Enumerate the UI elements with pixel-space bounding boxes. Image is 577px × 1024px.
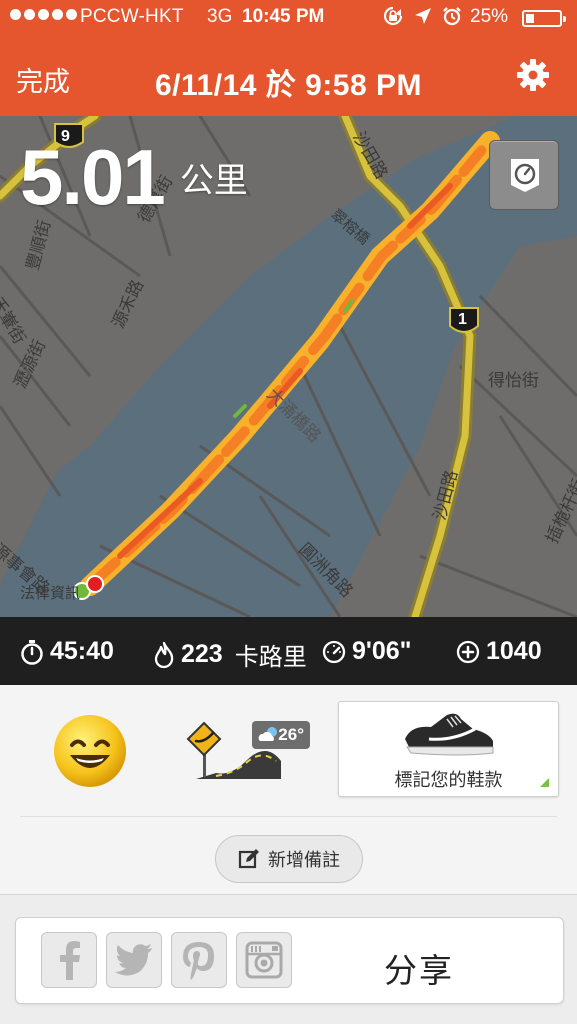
run-stats-bar: 45:40 223 卡路里 9'06" 1040 <box>0 617 577 685</box>
twitter-share-button[interactable] <box>106 932 162 988</box>
add-note-label: 新增備註 <box>268 850 340 870</box>
calories-unit: 卡路里 <box>234 644 307 671</box>
tag-shoe-button[interactable]: 標記您的鞋款 <box>338 701 559 797</box>
route-map[interactable]: 9 1 沙田路 翠榕橋 德厚街 豐順街 源禾路 禾輋街 瀝源街 得怡街 沙田路 … <box>0 116 577 617</box>
pinterest-icon <box>183 942 214 980</box>
flame-icon <box>154 641 174 668</box>
running-shoe-icon <box>405 713 494 756</box>
location-arrow-icon <box>415 8 431 24</box>
distance-value: 5.01 <box>20 133 166 221</box>
alarm-clock-icon <box>443 7 461 26</box>
rotation-lock-icon <box>383 6 403 26</box>
battery-icon <box>522 10 566 27</box>
nikefuel-value: 1040 <box>486 637 542 665</box>
pace-value: 9'06" <box>352 637 412 665</box>
facebook-share-button[interactable] <box>41 932 97 988</box>
pace-stat: 9'06" <box>322 637 412 666</box>
instagram-share-button[interactable] <box>236 932 292 988</box>
nikefuel-icon <box>456 640 480 663</box>
pace-gauge-icon <box>322 640 346 663</box>
share-label[interactable]: 分享 <box>384 944 454 992</box>
duration-value: 45:40 <box>50 637 114 665</box>
twitter-icon <box>115 944 152 976</box>
speedometer-icon <box>511 159 539 192</box>
facebook-icon <box>60 941 80 980</box>
calories-value: 223 <box>181 640 223 668</box>
run-details-panel: 26° 標記您的鞋款 新增備註 <box>0 685 577 895</box>
battery-percent: 25% <box>470 6 509 27</box>
stopwatch-icon <box>21 639 43 665</box>
pace-map-toggle-button[interactable] <box>489 140 559 210</box>
happy-smiley-icon[interactable] <box>50 711 130 791</box>
partly-cloudy-icon <box>258 727 277 741</box>
add-note-button[interactable]: 新增備註 <box>215 835 363 883</box>
pinterest-share-button[interactable] <box>171 932 227 988</box>
edit-note-icon <box>238 849 259 869</box>
nikefuel-stat: 1040 <box>456 637 542 666</box>
weather-badge: 26° <box>252 721 310 749</box>
calories-stat: 223 卡路里 <box>153 637 307 672</box>
carrier-name: PCCW-HKT <box>80 6 184 27</box>
map-label: 得怡街 <box>488 371 539 390</box>
duration-stat: 45:40 <box>20 637 114 666</box>
share-panel: 分享 <box>15 917 564 1004</box>
temperature-value: 26° <box>278 725 304 744</box>
divider <box>20 816 557 817</box>
signal-dots-icon <box>10 9 77 20</box>
status-time: 10:45 PM <box>242 6 325 27</box>
instagram-icon <box>245 941 283 979</box>
tag-shoe-label: 標記您的鞋款 <box>394 770 503 790</box>
gear-icon[interactable] <box>515 57 551 93</box>
distance-unit: 公里 <box>179 162 248 200</box>
network-type: 3G <box>207 6 233 27</box>
distance-display: 5.01 公里 <box>20 138 248 216</box>
top-bar: PCCW-HKT 3G 10:45 PM 25% 完成 6/11/14 於 9:… <box>0 0 577 116</box>
run-date-title: 6/11/14 於 9:58 PM <box>155 69 422 102</box>
route-badge-1-label: 1 <box>458 311 467 328</box>
status-bar: PCCW-HKT 3G 10:45 PM 25% <box>0 0 577 36</box>
corner-indicator-icon <box>540 778 549 787</box>
